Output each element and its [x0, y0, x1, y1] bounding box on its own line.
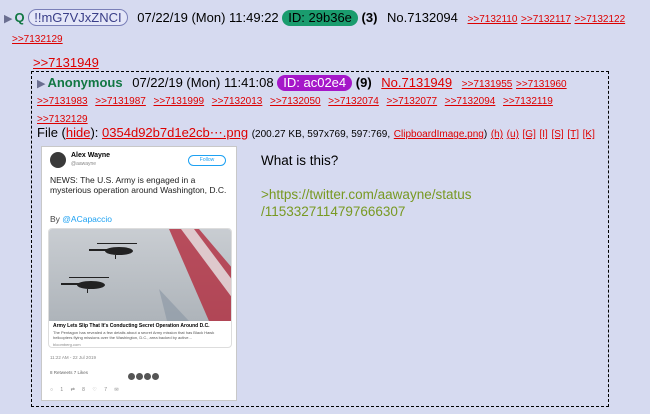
backlink[interactable]: >>7131955	[462, 79, 513, 90]
file-label-close: ):	[90, 125, 99, 140]
post-date: 07/22/19 (Mon) 11:49:22	[137, 10, 279, 25]
quoted-post: ▶ Anonymous 07/22/19 (Mon) 11:41:08 ID: a…	[31, 71, 609, 407]
tweet-byline: By @ACapaccio	[50, 214, 112, 224]
avatar	[50, 152, 66, 168]
file-thumbnail[interactable]: Alex Wayne @aawayne Follow NEWS: The U.S…	[41, 146, 237, 401]
backlink[interactable]: >>7131983	[37, 96, 88, 107]
backlink[interactable]: >>7131999	[154, 96, 205, 107]
backlink[interactable]: >>7132050	[270, 96, 321, 107]
post-comment: What is this? >https://twitter.com/aaway…	[261, 152, 601, 220]
tweet-text: NEWS: The U.S. Army is engaged in a myst…	[50, 175, 227, 195]
tweet-stats: 8 Retweets 7 Likes	[50, 370, 89, 375]
backlink[interactable]: >>7132117	[521, 14, 571, 25]
post-date: 07/22/19 (Mon) 11:41:08	[132, 75, 274, 90]
file-label: File (	[37, 125, 66, 140]
byline-handle: @ACapaccio	[62, 214, 113, 224]
poster-id-count: (9)	[355, 75, 372, 90]
greentext-line: /1153327114797666307	[261, 204, 406, 219]
backlink[interactable]: >>7132013	[212, 96, 263, 107]
helicopter-photo	[49, 229, 231, 321]
backlink[interactable]: >>7132074	[328, 96, 379, 107]
file-tool-saucenao[interactable]: [S]	[551, 129, 563, 140]
tweet-time: 11:22 AM - 22 Jul 2019	[50, 355, 96, 360]
card-title: Army Lets Slip That It's Conducting Secr…	[53, 323, 210, 329]
card-site: bloomberg.com	[53, 342, 81, 347]
backlink[interactable]: >>7132129	[37, 114, 88, 125]
backlink[interactable]: >>7132110	[468, 14, 518, 25]
file-tool-u[interactable]: (u)	[507, 129, 519, 140]
file-tool-iqdb[interactable]: [I]	[540, 129, 548, 140]
backlink[interactable]: >>7132119	[503, 96, 553, 107]
follow-button: Follow	[188, 155, 226, 166]
tweet-handle: @aawayne	[71, 161, 97, 167]
greentext-link[interactable]: >https://twitter.com/aawayne/status /115…	[261, 186, 601, 220]
card-description: The Pentagon has revealed a few details …	[53, 330, 215, 340]
poster-id-count: (3)	[361, 10, 378, 25]
backlink[interactable]: >>7132122	[575, 14, 626, 25]
backlinks: >>7132110 >>7132117 >>7132122	[468, 10, 626, 25]
backlinks-line2: >>7132129	[12, 29, 63, 49]
quote-link[interactable]: >>7131949	[33, 55, 99, 70]
backlink[interactable]: >>7132129	[12, 34, 63, 45]
liker-avatars	[128, 368, 168, 380]
tweet-actions: ○ 1 ⇄ 8 ♡ 7 ✉	[50, 387, 119, 393]
poster-name: Q	[14, 10, 25, 25]
file-name-link[interactable]: 0354d92b7d1e2cb⋯.png	[102, 125, 248, 140]
tweet-link-card: Army Lets Slip That It's Conducting Secr…	[48, 228, 232, 348]
post-header: ▶ Q !!mG7VJxZNCI 07/22/19 (Mon) 11:49:22 …	[4, 9, 644, 45]
original-filename-link[interactable]: ClipboardImage.png	[394, 129, 484, 140]
tweet-header: Alex Wayne @aawayne Follow	[50, 152, 230, 172]
tripcode: !!mG7VJxZNCI	[28, 9, 128, 26]
file-info: File (hide): 0354d92b7d1e2cb⋯.png (200.2…	[37, 125, 605, 141]
poster-id-badge[interactable]: ID: 29b36e	[282, 10, 358, 26]
file-meta: (200.27 KB, 597x769, 597:769,	[251, 129, 391, 140]
hide-file-link[interactable]: hide	[66, 125, 91, 140]
quoted-backlinks: >>7131983 >>7131987 >>7131999 >>7132013 …	[37, 92, 603, 128]
file-meta-close: )	[483, 129, 488, 140]
file-tool-h[interactable]: (h)	[491, 129, 503, 140]
greentext-line: >https://twitter.com/aawayne/status	[261, 187, 472, 202]
backlink[interactable]: >>7131960	[516, 79, 567, 90]
post-number[interactable]: No.7132094	[387, 10, 458, 25]
post-menu-arrow-icon[interactable]: ▶	[37, 78, 45, 90]
quoted-post-header: ▶ Anonymous 07/22/19 (Mon) 11:41:08 ID: a…	[37, 74, 603, 93]
comment-text: What is this?	[261, 153, 339, 168]
poster-id-badge[interactable]: ID: ac02e4	[277, 75, 353, 91]
poster-name: Anonymous	[47, 75, 123, 90]
tweet-author: Alex Wayne	[71, 152, 111, 159]
backlink[interactable]: >>7131987	[95, 96, 146, 107]
post-menu-arrow-icon[interactable]: ▶	[4, 13, 12, 25]
backlink[interactable]: >>7132094	[445, 96, 496, 107]
file-tool-google[interactable]: [G]	[523, 129, 536, 140]
backlink[interactable]: >>7132077	[387, 96, 438, 107]
post-number[interactable]: No.7131949	[381, 75, 452, 90]
file-tool-karma[interactable]: [K]	[583, 129, 595, 140]
byline-prefix: By	[50, 214, 63, 224]
helicopter-photo-art	[61, 229, 231, 321]
file-tool-tineye[interactable]: [T]	[567, 129, 579, 140]
